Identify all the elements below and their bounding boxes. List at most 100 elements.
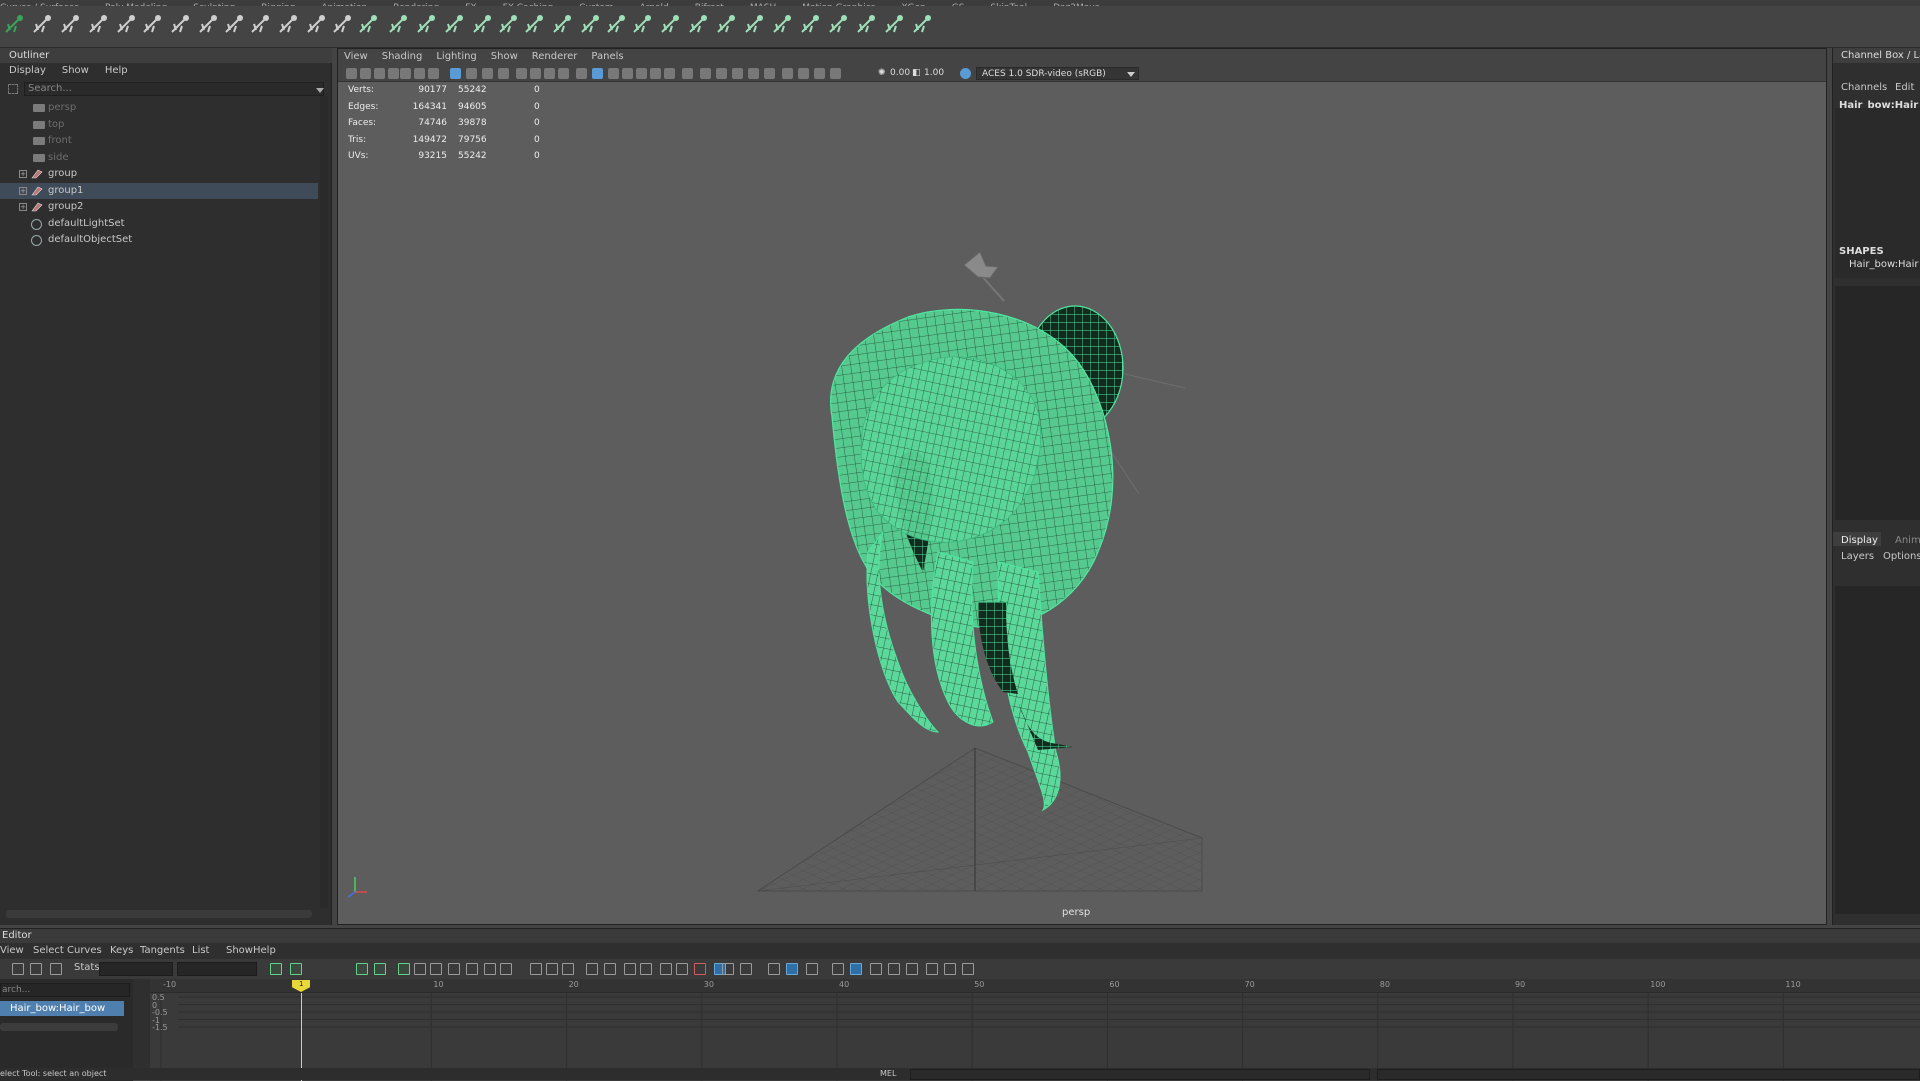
viewport-tool-icon[interactable]	[450, 68, 461, 79]
graph-tool-icon[interactable]	[944, 963, 956, 975]
viewport-tool-icon[interactable]	[608, 68, 619, 79]
shelf-tool-icon[interactable]	[578, 12, 602, 36]
graph-menu-keys[interactable]: Keys	[110, 943, 133, 959]
graph-tool-icon[interactable]	[832, 963, 844, 975]
graph-tool-icon[interactable]	[722, 963, 734, 975]
shelf-tool-icon[interactable]	[2, 12, 26, 36]
graph-tool-icon[interactable]	[806, 963, 818, 975]
shelf-tool-icon[interactable]	[604, 12, 628, 36]
graph-tool-icon[interactable]	[660, 963, 672, 975]
viewport-tool-icon[interactable]	[782, 68, 793, 79]
shelf-tool-icon[interactable]	[658, 12, 682, 36]
viewport-menu-renderer[interactable]: Renderer	[532, 51, 578, 62]
viewport-tool-icon[interactable]	[622, 68, 633, 79]
stats-field-2[interactable]	[177, 962, 257, 976]
graph-editor-selected-item[interactable]: Hair_bow:Hair_bow	[0, 1001, 124, 1016]
viewport-tool-icon[interactable]	[530, 68, 541, 79]
viewport-tool-icon[interactable]	[748, 68, 759, 79]
shelf-tool-icon[interactable]	[196, 12, 220, 36]
shelf-tool-icon[interactable]	[854, 12, 878, 36]
viewport-tool-icon[interactable]	[482, 68, 493, 79]
graph-tool-icon[interactable]	[926, 963, 938, 975]
shelf-tool-icon[interactable]	[140, 12, 164, 36]
viewport-tool-icon[interactable]	[388, 68, 399, 79]
filter-icon[interactable]	[8, 84, 18, 94]
viewport-tool-icon[interactable]	[716, 68, 727, 79]
viewport-tool-icon[interactable]	[346, 68, 357, 79]
graph-tool-icon[interactable]	[500, 963, 512, 975]
graph-tool-icon[interactable]	[740, 963, 752, 975]
graph-tool-icon[interactable]	[530, 963, 542, 975]
graph-menu-view[interactable]: View	[0, 943, 24, 959]
viewport-menu-show[interactable]: Show	[491, 51, 518, 62]
outliner-menu-help[interactable]: Help	[105, 65, 128, 76]
shelf-tool-icon[interactable]	[522, 12, 546, 36]
outliner-item-top[interactable]: top	[0, 117, 318, 133]
outliner-item-side[interactable]: side	[0, 150, 318, 166]
viewport-menu-panels[interactable]: Panels	[591, 51, 623, 62]
viewport-tool-icon[interactable]	[798, 68, 809, 79]
outliner-item-group2[interactable]: + group2	[0, 199, 318, 215]
outliner-horizontal-scrollbar[interactable]	[6, 910, 312, 918]
graph-tool-icon[interactable]	[270, 963, 282, 975]
graph-tool-icon[interactable]	[414, 963, 426, 975]
outliner-menu-show[interactable]: Show	[62, 65, 89, 76]
shelf-tool-icon[interactable]	[630, 12, 654, 36]
viewport-menu-view[interactable]: View	[344, 51, 368, 62]
graph-tool-icon[interactable]	[962, 963, 974, 975]
outliner-vertical-scrollbar[interactable]	[320, 96, 328, 908]
viewport-tool-icon[interactable]	[664, 68, 675, 79]
expand-icon[interactable]: +	[19, 186, 27, 195]
expand-icon[interactable]: +	[19, 203, 27, 211]
shelf-tool-icon[interactable]	[86, 12, 110, 36]
shelf-tool-icon[interactable]	[550, 12, 574, 36]
graph-menu-help[interactable]: Help	[253, 943, 276, 959]
graph-tool-icon[interactable]	[50, 963, 62, 975]
graph-menu-tangents[interactable]: Tangents	[140, 943, 185, 959]
expand-icon[interactable]: +	[19, 170, 27, 178]
graph-tool-icon[interactable]	[604, 963, 616, 975]
shelf-tool-icon[interactable]	[798, 12, 822, 36]
viewport-tool-icon[interactable]	[700, 68, 711, 79]
viewport-tool-icon[interactable]	[592, 68, 603, 79]
search-dropdown-icon[interactable]	[316, 88, 324, 93]
shelf-tool-icon[interactable]	[470, 12, 494, 36]
channels-menu[interactable]: Channels	[1841, 82, 1887, 94]
graph-tool-icon[interactable]	[374, 963, 386, 975]
graph-tool-icon[interactable]	[466, 963, 478, 975]
viewport-panel[interactable]: View Shading Lighting Show Renderer Panels ✺ …	[337, 48, 1827, 925]
command-line-input[interactable]	[910, 1069, 1370, 1080]
shelf-tool-icon[interactable]	[356, 12, 380, 36]
graph-tool-icon[interactable]	[694, 963, 706, 975]
graph-tool-icon[interactable]	[624, 963, 636, 975]
viewport-tool-icon[interactable]	[428, 68, 439, 79]
viewport-tool-icon[interactable]	[830, 68, 841, 79]
outliner-item-persp[interactable]: persp	[0, 100, 318, 116]
graph-menu-curves[interactable]: Curves	[67, 943, 102, 959]
shelf-tool-icon[interactable]	[882, 12, 906, 36]
stats-field-1[interactable]	[99, 962, 173, 976]
graph-tool-icon[interactable]	[906, 963, 918, 975]
graph-editor-search-input[interactable]: arch...	[0, 983, 130, 997]
graph-tool-icon[interactable]	[30, 963, 42, 975]
viewport-tool-icon[interactable]	[400, 68, 411, 79]
shelf-tool-icon[interactable]	[686, 12, 710, 36]
viewport-tool-icon[interactable]	[544, 68, 555, 79]
outliner-item-group1[interactable]: + group1	[0, 182, 318, 199]
graph-tool-icon[interactable]	[398, 963, 410, 975]
shelf-tool-icon[interactable]	[770, 12, 794, 36]
viewport-tool-icon[interactable]	[558, 68, 569, 79]
graph-tool-icon[interactable]	[850, 963, 862, 975]
color-space-select[interactable]: ACES 1.0 SDR-video (sRGB)	[976, 67, 1139, 80]
edit-menu[interactable]: Edit	[1895, 82, 1914, 94]
shelf-tool-icon[interactable]	[826, 12, 850, 36]
viewport-menu-lighting[interactable]: Lighting	[436, 51, 476, 62]
viewport-tool-icon[interactable]	[516, 68, 527, 79]
graph-tool-icon[interactable]	[12, 963, 24, 975]
graph-menu-list[interactable]: List	[192, 943, 209, 959]
outliner-menu-display[interactable]: Display	[9, 65, 46, 76]
graph-editor-hscroll[interactable]	[0, 1023, 118, 1031]
tab-display-layers[interactable]: Display	[1841, 535, 1878, 547]
shelf-tool-icon[interactable]	[386, 12, 410, 36]
shelf-tool-icon[interactable]	[248, 12, 272, 36]
